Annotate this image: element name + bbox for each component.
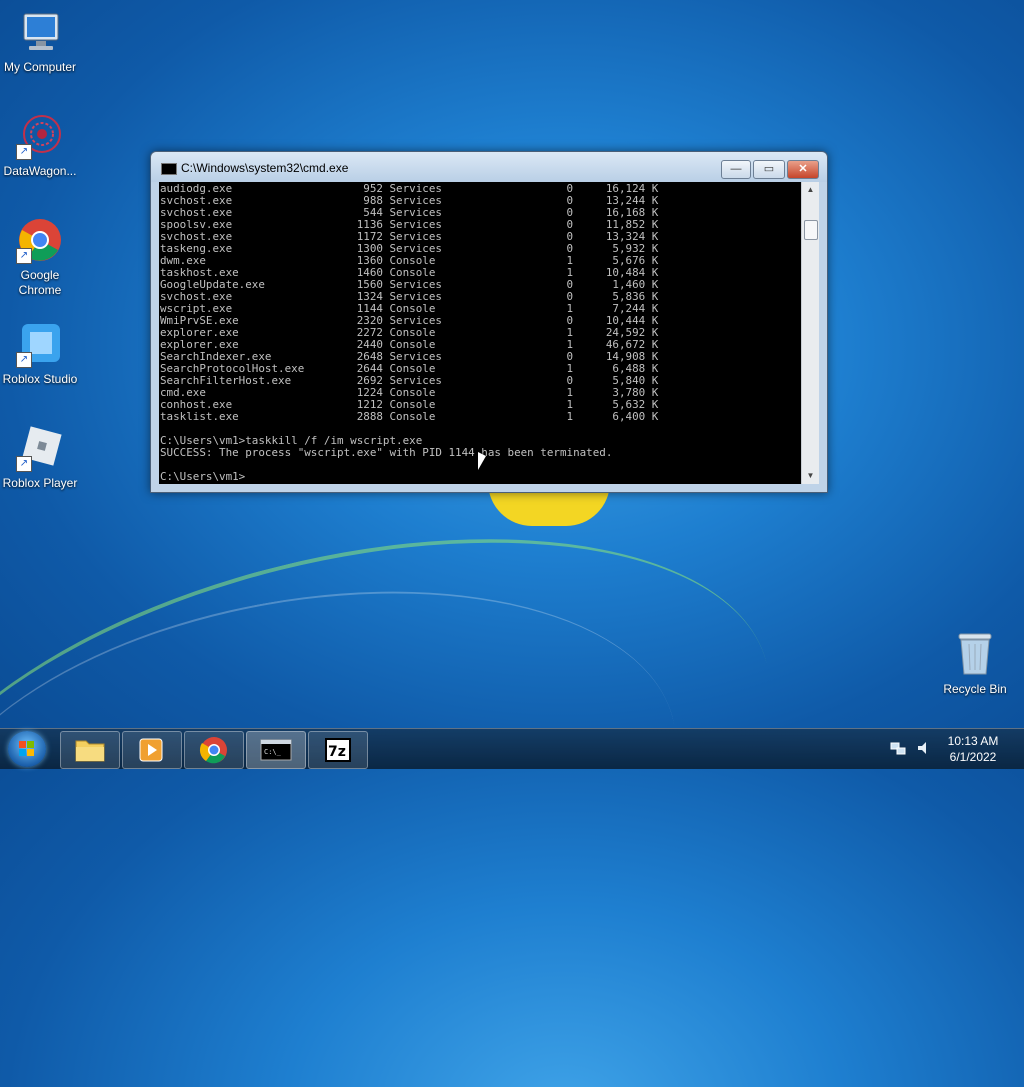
volume-icon[interactable]: [916, 740, 932, 756]
console-text: audiodg.exe 952 Services 0 16,124 K svch…: [160, 182, 659, 483]
cmd-window[interactable]: C:\Windows\system32\cmd.exe — ▭ ✕ audiod…: [150, 151, 828, 493]
clock-date: 6/1/2022: [949, 750, 997, 764]
shortcut-arrow-icon: ↗: [16, 352, 32, 368]
start-button[interactable]: [8, 731, 46, 767]
scroll-thumb[interactable]: [804, 220, 818, 240]
desktop-icon-label: Roblox Player: [2, 476, 78, 490]
taskbar-cmd-button[interactable]: C:\_: [246, 731, 306, 769]
desktop-icon-roblox-player[interactable]: ↗ Roblox Player: [0, 424, 80, 491]
datawagon-icon: ↗: [16, 112, 64, 160]
window-title: C:\Windows\system32\cmd.exe: [181, 161, 349, 175]
desktop-icon-label: Google Chrome: [18, 268, 62, 297]
shortcut-arrow-icon: ↗: [16, 456, 32, 472]
scroll-up-icon[interactable]: ▲: [802, 182, 819, 198]
folder-icon: [75, 740, 105, 762]
mouse-cursor-icon: [478, 452, 486, 470]
recycle-bin-icon: [955, 630, 995, 678]
close-button[interactable]: ✕: [787, 160, 819, 179]
svg-text:C:\_: C:\_: [264, 748, 282, 756]
desktop-icon-label: DataWagon...: [3, 164, 77, 178]
wallpaper-swirl: [0, 457, 818, 1087]
roblox-studio-icon: ↗: [16, 320, 64, 368]
desktop-icon-datawagon[interactable]: ↗ DataWagon...: [0, 112, 80, 179]
desktop-icon-recycle-bin[interactable]: Recycle Bin: [935, 630, 1015, 697]
scroll-down-icon[interactable]: ▼: [802, 468, 819, 484]
wallpaper-swirl-light: [0, 536, 708, 1046]
minimize-button[interactable]: —: [721, 160, 751, 179]
desktop-icon-google-chrome[interactable]: ↗ Google Chrome: [0, 216, 80, 298]
taskbar-explorer-button[interactable]: [60, 731, 120, 769]
computer-icon: [16, 8, 64, 56]
desktop-icon-roblox-studio[interactable]: ↗ Roblox Studio: [0, 320, 80, 387]
clock-time: 10:13 AM: [947, 734, 999, 748]
cmd-icon: [161, 163, 177, 175]
vertical-scrollbar[interactable]: ▲ ▼: [801, 182, 819, 484]
network-icon[interactable]: [890, 740, 906, 756]
taskbar-media-player-button[interactable]: [122, 731, 182, 769]
taskbar-clock[interactable]: 10:13 AM 6/1/2022: [940, 733, 1006, 765]
taskbar-7zip-button[interactable]: 7z: [308, 731, 368, 769]
desktop-icon-my-computer[interactable]: My Computer: [0, 8, 80, 75]
maximize-button[interactable]: ▭: [753, 160, 785, 179]
windows-logo-icon: [19, 741, 34, 756]
roblox-player-icon: ↗: [16, 424, 64, 472]
shortcut-arrow-icon: ↗: [16, 248, 32, 264]
desktop-icon-label: Recycle Bin: [943, 682, 1007, 696]
desktop-icon-label: Roblox Studio: [2, 372, 78, 386]
cmd-titlebar[interactable]: C:\Windows\system32\cmd.exe — ▭ ✕: [151, 152, 827, 182]
desktop-icon-label: My Computer: [3, 60, 77, 74]
chrome-icon: [199, 737, 227, 764]
console-output[interactable]: audiodg.exe 952 Services 0 16,124 K svch…: [159, 182, 801, 484]
svg-text:7z: 7z: [328, 744, 346, 760]
taskbar: C:\_ 7z: [0, 728, 1024, 769]
media-player-icon: [139, 738, 163, 762]
shortcut-arrow-icon: ↗: [16, 144, 32, 160]
chrome-icon: ↗: [16, 216, 64, 264]
taskbar-chrome-button[interactable]: [184, 731, 244, 769]
cmd-icon: C:\_: [260, 739, 292, 761]
7zip-icon: 7z: [325, 738, 351, 762]
